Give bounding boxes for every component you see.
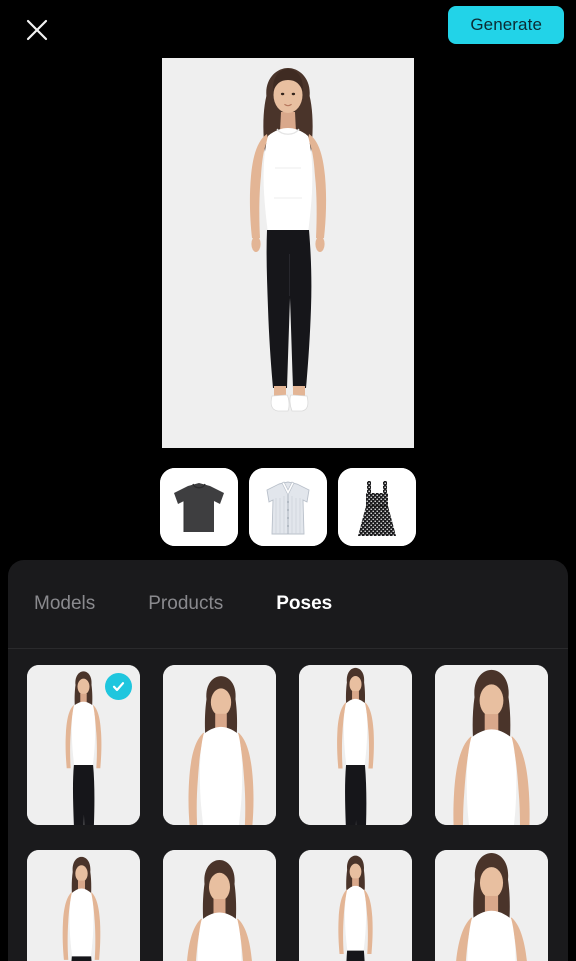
- pose-card[interactable]: [163, 850, 276, 961]
- tab-bar: Models Products Poses: [8, 560, 568, 648]
- generate-button[interactable]: Generate: [448, 6, 564, 44]
- top-bar: Generate: [0, 0, 576, 58]
- garment-thumb-striped-shirt[interactable]: [249, 468, 327, 546]
- pose-card[interactable]: [435, 665, 548, 825]
- close-button[interactable]: [18, 12, 56, 48]
- bottom-sheet-panel: Models Products Poses: [8, 560, 568, 961]
- pose-card[interactable]: [435, 850, 548, 961]
- preview-image-container[interactable]: [162, 58, 414, 448]
- pose-thumbnail-image: [435, 665, 548, 825]
- pose-thumbnail-image: [435, 850, 548, 961]
- pose-thumbnail-image: [163, 665, 276, 825]
- close-x-icon: [26, 19, 48, 41]
- tab-models[interactable]: Models: [34, 593, 95, 615]
- dress-icon: [338, 468, 416, 546]
- garment-thumbnail-row: [0, 468, 576, 548]
- preview-model-image: [162, 58, 414, 448]
- check-icon: [112, 682, 125, 692]
- garment-thumb-patterned-dress[interactable]: [338, 468, 416, 546]
- pose-card[interactable]: [163, 665, 276, 825]
- pose-card[interactable]: [27, 665, 140, 825]
- pose-card[interactable]: [27, 850, 140, 961]
- pose-thumbnail-image: [299, 850, 412, 961]
- tab-products[interactable]: Products: [148, 593, 223, 615]
- pose-thumbnail-image: [163, 850, 276, 961]
- tshirt-icon: [160, 468, 238, 546]
- shirt-icon: [249, 468, 327, 546]
- pose-selected-badge: [105, 673, 132, 700]
- tab-poses[interactable]: Poses: [276, 593, 332, 615]
- pose-grid[interactable]: [8, 649, 568, 961]
- pose-card[interactable]: [299, 665, 412, 825]
- pose-thumbnail-image: [27, 850, 140, 961]
- garment-thumb-dark-tshirt[interactable]: [160, 468, 238, 546]
- pose-card[interactable]: [299, 850, 412, 961]
- pose-thumbnail-image: [299, 665, 412, 825]
